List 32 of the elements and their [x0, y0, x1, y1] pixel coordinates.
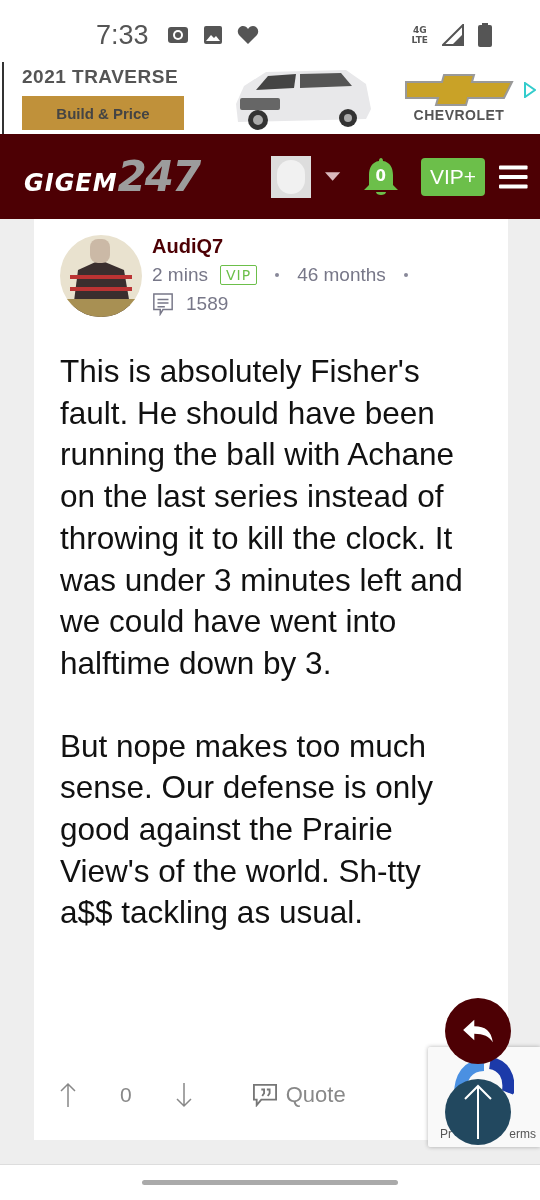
member-tenure: 46 months — [297, 264, 386, 286]
site-logo[interactable]: GIGEM247 — [24, 152, 258, 201]
upvote-icon[interactable] — [60, 1082, 76, 1108]
ad-title: 2021 TRAVERSE — [22, 66, 180, 88]
bowtie-icon — [404, 73, 514, 107]
brand-name: CHEVROLET — [413, 107, 505, 123]
quote-button[interactable]: Quote — [251, 1082, 346, 1108]
signal-icon — [442, 24, 464, 46]
vip-badge: VIP — [219, 265, 258, 285]
network-type: 4G LTE — [411, 25, 428, 45]
comment-icon — [152, 292, 174, 316]
user-avatar[interactable] — [271, 155, 312, 198]
build-price-button[interactable]: Build & Price — [22, 96, 184, 130]
vip-button[interactable]: VIP+ — [420, 157, 486, 196]
arrow-up-icon — [463, 1084, 493, 1140]
post-count: 1589 — [186, 293, 229, 315]
downvote-icon[interactable] — [175, 1082, 192, 1108]
image-icon — [202, 25, 223, 45]
caret-icon[interactable] — [325, 171, 341, 182]
post-paragraph: This is absolutely Fisher's fault. He should have been running the ball with Achane on the last series instead of throwing it to kill the clock. It was under 3 minutes left and we could have went into halftime down by 3. — [60, 352, 464, 683]
battery-icon — [478, 23, 492, 47]
menu-icon[interactable] — [499, 163, 528, 190]
status-time: 7:33 — [96, 19, 149, 51]
heart-icon — [236, 25, 259, 45]
notification-bell[interactable]: 0 — [362, 156, 399, 197]
radio-icon — [166, 25, 189, 45]
vote-count: 0 — [120, 1083, 132, 1107]
post-paragraph: But nope makes too much sense. Our defense is only good against the Prairie View's of the world. Sh-tty a$$ tackling as usual. — [60, 726, 434, 933]
post-time: 2 mins — [152, 264, 208, 286]
author-name[interactable]: AudiQ7 — [152, 235, 414, 258]
reply-icon — [461, 1018, 495, 1044]
quote-icon — [251, 1083, 278, 1107]
